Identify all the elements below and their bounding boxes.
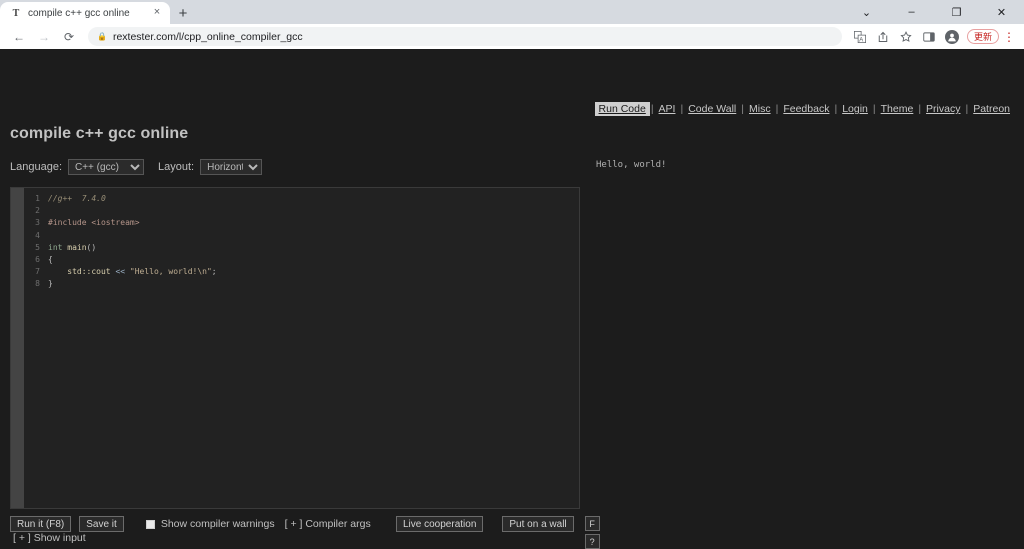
- code-token: "Hello, world!\n": [129, 267, 212, 277]
- line-number: 6: [35, 255, 40, 265]
- new-tab-button[interactable]: +: [170, 2, 196, 24]
- reload-icon[interactable]: ⟳: [58, 26, 80, 48]
- share-icon[interactable]: [873, 27, 893, 47]
- browser-chrome: T compile c++ gcc online × + ⌄ – ❐ ✕ ← →…: [0, 0, 1024, 49]
- window-close-icon[interactable]: ✕: [979, 0, 1024, 24]
- run-button[interactable]: Run it (F8): [10, 516, 72, 532]
- show-compiler-warnings-group[interactable]: Show compiler warnings: [145, 518, 275, 530]
- code-token: (): [86, 242, 97, 252]
- nav-item-privacy[interactable]: Privacy: [922, 102, 964, 116]
- compiler-args-toggle[interactable]: [ + ] Compiler args: [285, 518, 371, 530]
- nav-item-login[interactable]: Login: [838, 102, 872, 116]
- browser-toolbar: ← → ⟳ 🔒 rextester.com/l/cpp_online_compi…: [0, 24, 1024, 49]
- put-on-a-wall-button[interactable]: Put on a wall: [502, 516, 574, 532]
- code-token: }: [48, 279, 53, 289]
- code-token: std::cout: [48, 267, 116, 277]
- nav-item-misc[interactable]: Misc: [745, 102, 775, 116]
- profile-avatar-icon[interactable]: [942, 27, 962, 47]
- save-button[interactable]: Save it: [79, 516, 124, 532]
- line-number-gutter: 1 2 3 4 5 6 7 8: [24, 188, 40, 508]
- code-line: #include <iostream>: [48, 217, 579, 229]
- secondary-button-row: Live cooperation Put on a wall F ?: [396, 516, 600, 549]
- line-number: 1: [35, 194, 40, 203]
- help-button[interactable]: ?: [584, 534, 600, 549]
- tab-favicon: T: [12, 7, 20, 19]
- code-line: //g++ 7.4.0: [48, 193, 579, 205]
- minimize-icon[interactable]: –: [889, 0, 934, 24]
- live-cooperation-button[interactable]: Live cooperation: [396, 516, 484, 532]
- avatar: [944, 29, 959, 44]
- show-input-toggle[interactable]: [ + ] Show input: [13, 532, 86, 544]
- nav-item-code-wall[interactable]: Code Wall: [684, 102, 740, 116]
- page-title: compile c++ gcc online: [10, 125, 189, 142]
- code-line: }: [48, 278, 579, 290]
- nav-item-theme[interactable]: Theme: [877, 102, 918, 116]
- page-content: Run Code | API | Code Wall | Misc | Feedback | Log…: [0, 49, 1024, 549]
- action-button-row: Run it (F8) Save it Show compiler warnin…: [10, 516, 371, 532]
- code-line: {: [48, 254, 579, 266]
- layout-label: Layout:: [158, 161, 195, 173]
- code-editor[interactable]: 1 2 3 4 5 6 7 8 //g++ 7.4.0 #include <iostream>…: [10, 187, 580, 509]
- lock-icon: 🔒: [97, 32, 107, 41]
- line-number: 4: [35, 230, 40, 240]
- translate-icon[interactable]: A: [850, 27, 870, 47]
- nav-item-api[interactable]: API: [655, 102, 680, 116]
- code-token: int: [48, 242, 68, 252]
- code-token: ;: [211, 267, 217, 277]
- code-line: std::cout << "Hello, world!\n";: [48, 266, 579, 278]
- chevron-down-icon[interactable]: ⌄: [844, 0, 889, 24]
- code-token: //g++ 7.4.0: [48, 194, 106, 203]
- svg-text:A: A: [859, 37, 863, 43]
- line-number: 2: [35, 206, 40, 216]
- browser-tab[interactable]: T compile c++ gcc online ×: [0, 2, 170, 24]
- editor-fold-gutter: [11, 188, 24, 508]
- code-token: main: [67, 242, 87, 252]
- back-icon[interactable]: ←: [8, 26, 30, 48]
- line-number: 5: [35, 242, 40, 252]
- output-panel: Hello, world!: [596, 160, 667, 170]
- line-number: 8: [35, 279, 40, 289]
- editor-controls: Language: C++ (gcc) Layout: Horizontal: [10, 159, 263, 175]
- show-compiler-warnings-label: Show compiler warnings: [160, 518, 275, 530]
- layout-select[interactable]: Horizontal: [200, 159, 263, 175]
- language-select[interactable]: C++ (gcc): [68, 159, 144, 175]
- browser-menu-icon[interactable]: ⋮: [1002, 30, 1016, 44]
- address-bar[interactable]: 🔒 rextester.com/l/cpp_online_compiler_gc…: [88, 27, 842, 46]
- code-text-area[interactable]: //g++ 7.4.0 #include <iostream> int main…: [40, 188, 579, 508]
- tab-strip: T compile c++ gcc online × + ⌄ – ❐ ✕: [0, 0, 1024, 24]
- mini-button-column: F ?: [584, 516, 600, 549]
- bookmark-star-icon[interactable]: [896, 27, 916, 47]
- maximize-icon[interactable]: ❐: [934, 0, 979, 24]
- side-panel-icon[interactable]: [919, 27, 939, 47]
- nav-item-patreon[interactable]: Patreon: [969, 102, 1014, 116]
- close-icon[interactable]: ×: [150, 6, 164, 20]
- nav-item-run-code[interactable]: Run Code: [594, 102, 650, 116]
- forward-icon[interactable]: →: [33, 26, 55, 48]
- site-nav: Run Code | API | Code Wall | Misc | Feedback | Log…: [594, 102, 1014, 116]
- code-line: int main(): [48, 242, 579, 254]
- window-controls: ⌄ – ❐ ✕: [844, 0, 1024, 24]
- show-compiler-warnings-checkbox[interactable]: [145, 519, 155, 529]
- update-button[interactable]: 更新: [966, 29, 999, 44]
- code-token: #include <iostream>: [48, 218, 140, 228]
- line-number: 3: [35, 218, 40, 228]
- fullscreen-button[interactable]: F: [584, 516, 600, 531]
- code-token: <<: [115, 267, 130, 277]
- language-label: Language:: [10, 161, 62, 173]
- code-token: {: [48, 255, 53, 265]
- nav-item-feedback[interactable]: Feedback: [779, 102, 833, 116]
- tab-title: compile c++ gcc online: [28, 7, 130, 19]
- address-bar-url: rextester.com/l/cpp_online_compiler_gcc: [112, 30, 303, 43]
- line-number: 7: [35, 267, 40, 277]
